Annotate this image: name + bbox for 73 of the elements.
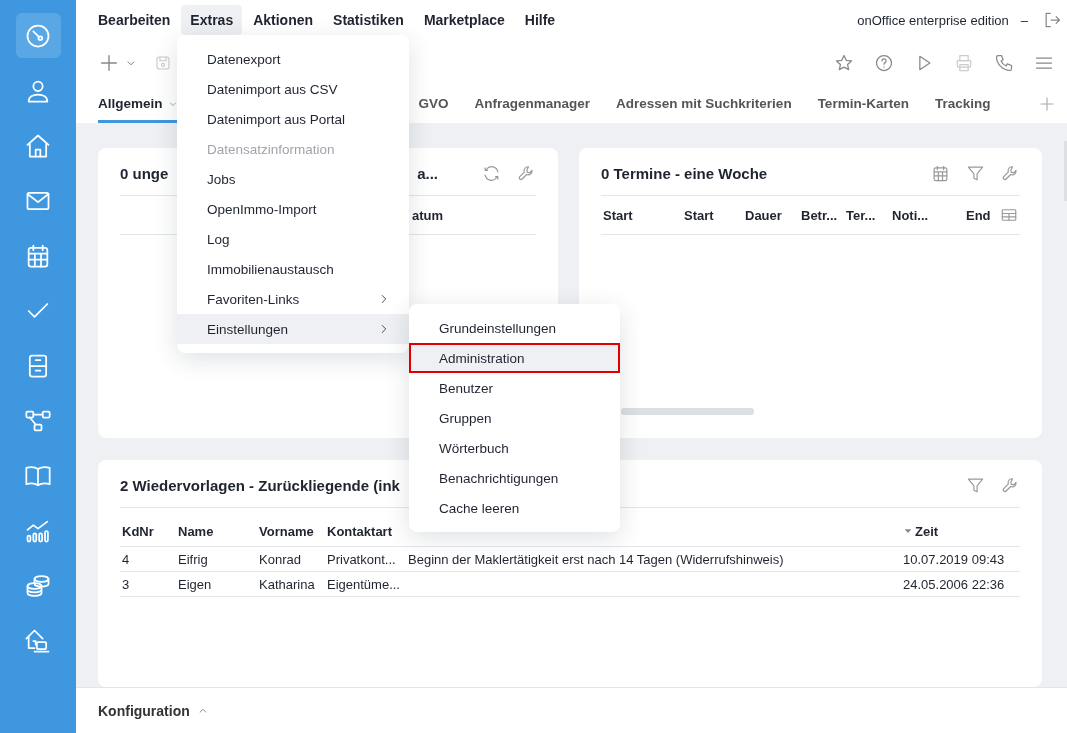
wrench-icon[interactable] [1001, 475, 1020, 495]
menu-item[interactable]: Benutzer [409, 373, 620, 403]
menu-bar-item[interactable]: Extras [181, 5, 243, 35]
wrench-icon[interactable] [517, 163, 536, 183]
table-cell: Eifrig [176, 547, 257, 572]
tab[interactable]: GVO [418, 96, 449, 123]
menu-item[interactable]: Wörterbuch [409, 433, 620, 463]
add-tab-icon[interactable] [1038, 95, 1056, 113]
column-header: atum [412, 207, 444, 223]
wrench-icon[interactable] [1001, 163, 1020, 183]
menu-item[interactable]: Datenimport aus CSV [177, 74, 409, 104]
menu-bar-item[interactable]: Aktionen [244, 5, 323, 35]
menu-item[interactable]: Administration [409, 343, 620, 373]
menu-item[interactable]: Datenimport aus Portal [177, 104, 409, 134]
menu-item[interactable]: Immobilienaustausch [177, 254, 409, 284]
panel-toggle[interactable]: Konfiguration [98, 702, 190, 719]
card-title: 2 Wiedervorlagen - Zurückliegende (ink [120, 476, 400, 494]
table-cell: 4 [120, 547, 176, 572]
table-cell: 3 [120, 572, 176, 597]
table-cell: Privatkont... [325, 547, 406, 572]
tab[interactable]: Tracking [934, 96, 991, 123]
column-header[interactable]: KdNr [120, 516, 176, 547]
menu-item[interactable]: Datenexport [177, 44, 409, 74]
menu-bar-item[interactable]: Hilfe [515, 5, 565, 35]
menu-item[interactable]: Gruppen [409, 403, 620, 433]
tab[interactable]: Anfragenmanager [474, 96, 591, 123]
column-header[interactable]: Dauer [745, 207, 801, 223]
column-header[interactable]: Vorname [257, 516, 325, 547]
menu-bar-item[interactable]: Marketplace [414, 5, 514, 35]
table-cell: Eigentüme... [325, 572, 406, 597]
table-cell: 10.07.2019 09:43 [901, 547, 1020, 572]
scrollbar[interactable] [621, 408, 754, 415]
menu-item[interactable]: Einstellungen [177, 314, 409, 344]
column-header[interactable]: Start [684, 207, 745, 223]
table-cell: Katharina [257, 572, 325, 597]
column-header[interactable]: End [966, 207, 1000, 223]
separator-text: – [1020, 12, 1028, 28]
column-header[interactable]: Start [603, 207, 684, 223]
menu-item[interactable]: Cache leeren [409, 493, 620, 523]
table-cell: Beginn der Maklertätigkeit erst nach 14 Tagen (Widerrufshinweis) [406, 547, 901, 572]
column-header[interactable]: Zeit [901, 516, 1020, 547]
sidebar-item[interactable] [15, 13, 61, 58]
printer-icon[interactable] [954, 52, 974, 73]
refresh-icon[interactable] [482, 163, 501, 183]
help-icon[interactable] [874, 52, 894, 73]
table-cell: Konrad [257, 547, 325, 572]
column-header[interactable]: Kontaktart [325, 516, 406, 547]
menu-item[interactable]: Benachrichtigungen [409, 463, 620, 493]
menu-item[interactable]: OpenImmo-Import [177, 194, 409, 224]
card-title: 0 unge [120, 164, 169, 182]
table-cell: 24.05.2006 22:36 [901, 572, 1020, 597]
card-title: 0 Termine - eine Woche [601, 164, 768, 182]
column-header[interactable]: Ter... [846, 207, 892, 223]
card-title: a... [417, 164, 438, 182]
column-header[interactable]: Name [176, 516, 257, 547]
tab[interactable]: Adressen mit Suchkriterien [616, 96, 792, 123]
menu-item[interactable]: Jobs [177, 164, 409, 194]
calendar-icon[interactable] [931, 163, 950, 183]
star-icon[interactable] [834, 52, 854, 73]
table-cell: Eigen [176, 572, 257, 597]
column-header[interactable]: Noti... [892, 207, 966, 223]
table-columns-icon[interactable] [1000, 206, 1018, 224]
product-name: onOffice enterprise edition [857, 12, 1009, 28]
save-icon[interactable] [154, 53, 172, 72]
menu-item[interactable]: Log [177, 224, 409, 254]
sort-descending-icon [903, 526, 913, 536]
tab[interactable]: Termin-Karten [817, 96, 909, 123]
menu-item[interactable]: Favoriten-Links [177, 284, 409, 314]
menu-bar-item[interactable]: Bearbeiten [89, 5, 180, 35]
column-header[interactable]: Betr... [801, 207, 846, 223]
menu-item[interactable]: Grundeinstellungen [409, 313, 620, 343]
phone-icon[interactable] [994, 52, 1014, 73]
menu-bar-item[interactable]: Statistiken [324, 5, 413, 35]
